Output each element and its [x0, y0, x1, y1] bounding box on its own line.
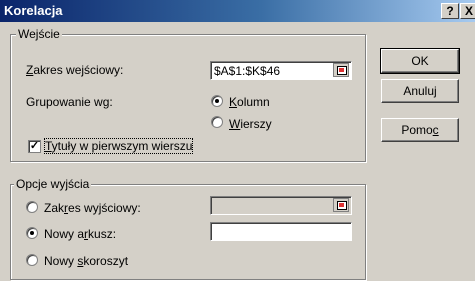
correlation-dialog: Korelacja ? X Wejście Zakres wejściowy: … — [0, 0, 475, 281]
input-range-field[interactable]: $A$1:$K$46 — [210, 61, 352, 80]
new-sheet-radio[interactable] — [26, 227, 38, 239]
close-title-button[interactable]: X — [460, 3, 475, 19]
input-range-label: Zakres wejściowy: — [26, 63, 124, 77]
output-range-field[interactable] — [210, 196, 352, 215]
output-range-label: Zakres wyjściowy: — [44, 201, 141, 215]
output-group-legend: Opcje wyjścia — [14, 177, 92, 191]
new-sheet-label: Nowy arkusz: — [44, 227, 117, 241]
columns-radio-label: Kolumn — [229, 95, 270, 109]
rows-radio-label: Wierszy — [229, 117, 272, 131]
new-sheet-field[interactable] — [210, 222, 352, 241]
new-workbook-label: Nowy skoroszyt — [44, 254, 129, 268]
output-range-radio[interactable] — [26, 201, 38, 213]
rows-radio[interactable] — [211, 116, 223, 128]
cancel-button[interactable]: Anuluj — [381, 79, 459, 103]
input-range-value: $A$1:$K$46 — [214, 64, 281, 78]
input-range-label-rest: akres wejściowy: — [33, 63, 124, 77]
new-workbook-radio[interactable] — [26, 254, 38, 266]
input-group-legend: Wejście — [16, 27, 62, 41]
labels-first-row-label: Tytuły w pierwszym wierszu — [43, 138, 194, 154]
columns-radio[interactable] — [211, 95, 223, 107]
help-title-button[interactable]: ? — [441, 3, 459, 19]
collapse-dialog-icon[interactable] — [333, 198, 349, 212]
dialog-title: Korelacja — [4, 3, 63, 18]
ok-button[interactable]: OK — [380, 48, 460, 74]
collapse-dialog-icon[interactable] — [333, 63, 349, 77]
help-button[interactable]: Pomoc — [381, 118, 459, 142]
labels-first-row-checkbox[interactable]: ✓ — [28, 140, 41, 153]
title-bar: Korelacja ? X — [0, 0, 475, 22]
grouping-label: Grupowanie wg: — [26, 95, 113, 109]
